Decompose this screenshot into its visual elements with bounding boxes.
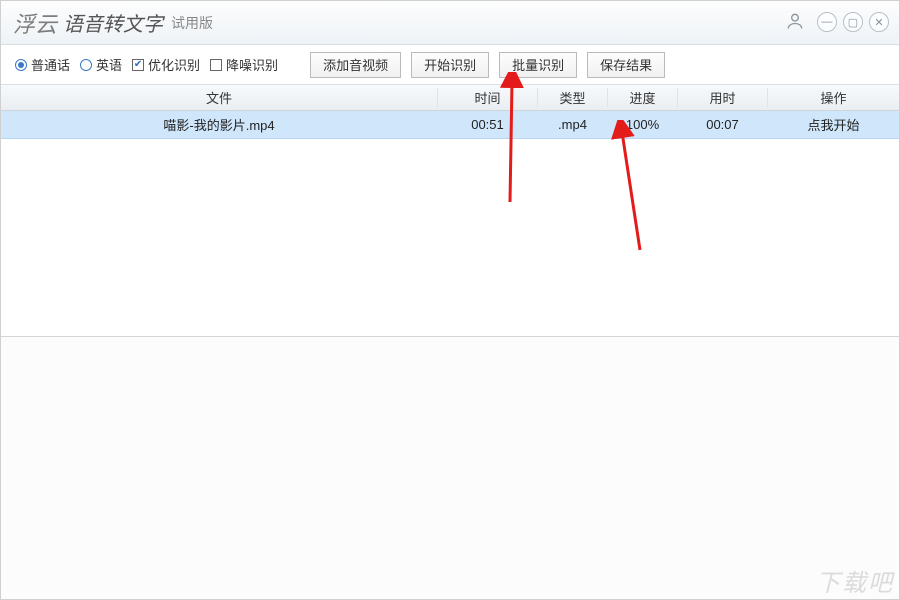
radio-mandarin-label: 普通话 <box>31 55 70 74</box>
cell-time: 00:51 <box>438 117 538 132</box>
app-title: 语音转文字 <box>63 8 163 37</box>
col-op: 操作 <box>768 88 899 107</box>
cell-type: .mp4 <box>538 117 608 132</box>
radio-dot-icon <box>15 59 27 71</box>
radio-english-label: 英语 <box>96 55 122 74</box>
checkbox-icon: ✔ <box>132 59 144 71</box>
radio-english[interactable]: 英语 <box>80 55 122 74</box>
col-progress: 进度 <box>608 88 678 107</box>
edition-label: 试用版 <box>171 13 213 33</box>
table-header: 文件 时间 类型 进度 用时 操作 <box>1 85 899 111</box>
check-optimize[interactable]: ✔ 优化识别 <box>132 55 200 74</box>
maximize-icon[interactable]: ▢ <box>843 12 863 32</box>
toolbar: 普通话 英语 ✔ 优化识别 降噪识别 添加音视频 开始识别 批量识别 保存结果 <box>1 45 899 85</box>
table-body: 喵影-我的影片.mp4 00:51 .mp4 100% 00:07 点我开始 <box>1 111 899 139</box>
check-denoise[interactable]: 降噪识别 <box>210 55 278 74</box>
check-denoise-label: 降噪识别 <box>226 55 278 74</box>
start-recognize-button[interactable]: 开始识别 <box>411 52 489 78</box>
brand-logo: 浮云 <box>13 7 57 39</box>
col-file: 文件 <box>1 88 438 107</box>
close-icon[interactable]: ✕ <box>869 12 889 32</box>
minimize-icon[interactable]: — <box>817 12 837 32</box>
cell-op[interactable]: 点我开始 <box>768 115 899 134</box>
cell-progress: 100% <box>608 117 678 132</box>
col-time: 时间 <box>438 88 538 107</box>
cell-used: 00:07 <box>678 117 768 132</box>
table-row[interactable]: 喵影-我的影片.mp4 00:51 .mp4 100% 00:07 点我开始 <box>1 111 899 139</box>
cell-file: 喵影-我的影片.mp4 <box>1 115 438 134</box>
window-controls: — ▢ ✕ <box>785 11 889 33</box>
user-icon[interactable] <box>785 11 807 33</box>
batch-recognize-button[interactable]: 批量识别 <box>499 52 577 78</box>
table-body-area: 喵影-我的影片.mp4 00:51 .mp4 100% 00:07 点我开始 <box>1 111 899 336</box>
col-type: 类型 <box>538 88 608 107</box>
checkbox-icon <box>210 59 222 71</box>
add-media-button[interactable]: 添加音视频 <box>310 52 401 78</box>
titlebar: 浮云 语音转文字 试用版 — ▢ ✕ <box>1 1 899 45</box>
col-used: 用时 <box>678 88 768 107</box>
check-optimize-label: 优化识别 <box>148 55 200 74</box>
save-result-button[interactable]: 保存结果 <box>587 52 665 78</box>
file-table: 文件 时间 类型 进度 用时 操作 喵影-我的影片.mp4 00:51 .mp4… <box>1 85 899 336</box>
radio-dot-icon <box>80 59 92 71</box>
radio-mandarin[interactable]: 普通话 <box>15 55 70 74</box>
output-pane <box>1 336 899 599</box>
